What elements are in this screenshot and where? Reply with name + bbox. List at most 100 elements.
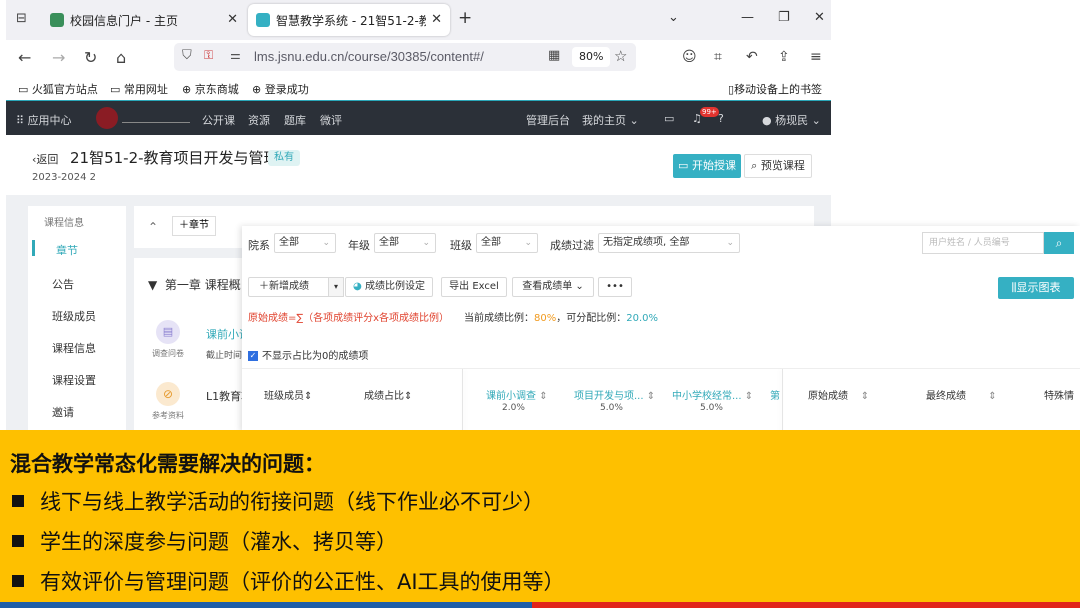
grade-table-header: 班级成员⇕ 成绩占比⇕ 课前小调查 ⇕ 2.0% 项目开发与项... ⇕ 5.0…	[242, 368, 1080, 432]
member-search-input[interactable]: 用户姓名 / 人员编号	[922, 232, 1044, 254]
undo-icon[interactable]: ↶	[746, 49, 758, 65]
menu-icon[interactable]: ≡	[810, 49, 822, 65]
col-special[interactable]: 特殊情	[1044, 387, 1074, 402]
search-icon: ⌕	[1055, 236, 1063, 250]
sidebar-item-chapters[interactable]: 章节	[56, 242, 78, 258]
class-select[interactable]: 全部 ⌄	[476, 233, 538, 253]
chevron-down-icon: ⌄	[524, 238, 532, 248]
close-icon[interactable]: ✕	[431, 12, 442, 27]
close-window-icon[interactable]: ✕	[814, 10, 825, 25]
home-icon[interactable]: ⌂	[116, 48, 126, 67]
col-item-survey[interactable]: 课前小调查 ⇕	[486, 387, 548, 402]
sort-icon: ⇕	[744, 391, 754, 402]
new-tab-icon[interactable]: +	[458, 8, 472, 28]
forward-arrow-icon[interactable]: →	[52, 48, 65, 67]
back-link[interactable]: ‹返回	[32, 151, 58, 167]
tab-list-icon[interactable]: ⊟	[16, 11, 27, 26]
slide-bullet: 有效评价与管理问题（评价的公正性、AI工具的使用等）	[12, 566, 565, 596]
collapse-icon[interactable]: ⌃	[148, 220, 158, 234]
college-label: 院系	[248, 239, 270, 252]
export-excel-button[interactable]: 导出 Excel	[441, 277, 507, 297]
preview-course-button[interactable]: ⌕ 预览课程	[744, 154, 812, 178]
nav-my-home[interactable]: 我的主页 ⌄	[582, 112, 639, 128]
start-teaching-button[interactable]: ▭ 开始授课	[673, 154, 741, 178]
col-item-school[interactable]: 中小学校经常... ⇕	[672, 387, 753, 402]
item-deadline: 截止时间	[206, 351, 243, 361]
nav-open-course[interactable]: 公开课	[202, 112, 235, 128]
hide-zero-checkbox[interactable]: ✓ 不显示占比为0的成绩项	[248, 347, 368, 362]
chevron-down-icon: ⌄	[629, 114, 639, 127]
app-center-link[interactable]: ⠿ 应用中心	[16, 112, 72, 128]
add-score-label: 新增成绩	[269, 281, 309, 292]
col-item-project[interactable]: 项目开发与项... ⇕	[574, 387, 655, 402]
more-button[interactable]: •••	[598, 277, 632, 297]
view-transcript-label: 查看成绩单	[522, 281, 573, 292]
col-item-next[interactable]: 第	[770, 387, 780, 402]
sidebar-item-announcements[interactable]: 公告	[52, 276, 74, 292]
col-share[interactable]: 成绩占比⇕	[364, 387, 412, 402]
bookmark-mobile[interactable]: ▯移动设备上的书签	[728, 81, 822, 97]
add-score-button[interactable]: ＋新增成绩	[248, 277, 334, 297]
col-member[interactable]: 班级成员⇕	[264, 387, 312, 402]
tab-campus-portal[interactable]: 校园信息门户 - 主页 ✕	[42, 4, 246, 36]
visibility-badge: 私有	[268, 150, 300, 166]
shield-icon[interactable]: ⛉	[182, 48, 192, 63]
nav-question-bank[interactable]: 题库	[284, 112, 306, 128]
ratio-settings-button[interactable]: ◕ 成绩比例设定	[345, 277, 433, 297]
share-icon[interactable]: ⇪	[778, 49, 790, 65]
col-final-score[interactable]: 最终成绩 ⇕	[926, 387, 997, 402]
slide-title: 混合教学常态化需要解决的问题：	[10, 452, 325, 476]
college-select[interactable]: 全部 ⌄	[274, 233, 336, 253]
col-item-pct: 5.0%	[600, 403, 623, 413]
bookmark-login[interactable]: ⊕ 登录成功	[252, 81, 309, 97]
show-chart-button[interactable]: ⫼显示图表	[998, 277, 1074, 299]
bookmark-firefox[interactable]: ▭ 火狐官方站点	[18, 81, 98, 97]
url-text[interactable]: lms.jsnu.edu.cn/course/30385/content#/	[254, 49, 484, 64]
slide-text-band: 混合教学常态化需要解决的问题： 线下与线上教学活动的衔接问题（线下作业必不可少）…	[0, 430, 1080, 602]
bookmark-jd[interactable]: ⊕ 京东商城	[182, 81, 239, 97]
nav-resources[interactable]: 资源	[248, 112, 270, 128]
view-transcript-button[interactable]: 查看成绩单 ⌄	[512, 277, 594, 297]
footer-stripe-red	[532, 602, 1080, 608]
calendar-icon[interactable]: ▭	[664, 112, 674, 125]
app-center-label: 应用中心	[27, 114, 72, 127]
reload-icon[interactable]: ↻	[84, 48, 97, 67]
add-score-dropdown-icon[interactable]: ▾	[328, 277, 344, 297]
tab-teaching-system[interactable]: 智慧教学系统 - 21智51-2-教育 ✕	[248, 4, 450, 36]
account-icon[interactable]: ☺	[682, 49, 697, 65]
back-arrow-icon[interactable]: ←	[18, 48, 31, 67]
sidebar-item-members[interactable]: 班级成员	[52, 308, 96, 324]
sidebar-item-settings[interactable]: 课程设置	[52, 372, 96, 388]
star-icon[interactable]: ☆	[614, 47, 627, 65]
sidebar-item-course-info[interactable]: 课程信息	[52, 340, 96, 356]
search-button[interactable]: ⌕	[1044, 232, 1074, 254]
minimize-icon[interactable]: —	[741, 10, 754, 25]
url-bar[interactable]: ⛉ ⚿ ⚌ lms.jsnu.edu.cn/course/30385/conte…	[174, 43, 636, 71]
add-chapter-button[interactable]: ＋章节	[172, 216, 216, 236]
slide-bullet: 线下与线上教学活动的衔接问题（线下作业必不可少）	[12, 486, 544, 516]
ratio-settings-label: 成绩比例设定	[364, 281, 425, 292]
bookmark-common[interactable]: ▭ 常用网址	[110, 81, 168, 97]
nav-admin[interactable]: 管理后台	[526, 112, 570, 128]
help-icon[interactable]: ?	[718, 112, 724, 125]
nav-micro-review[interactable]: 微评	[320, 112, 342, 128]
crop-icon[interactable]: ⌗	[714, 49, 722, 65]
insecure-lock-icon[interactable]: ⚿	[204, 48, 213, 63]
chevron-down-icon[interactable]: ⌄	[668, 10, 679, 25]
user-menu[interactable]: ● 杨现民 ⌄	[762, 112, 821, 128]
chapter-1-title[interactable]: ▼ 第一章 课程概	[148, 276, 241, 293]
chevron-down-icon: ⌄	[422, 238, 430, 248]
col-raw-score[interactable]: 原始成绩 ⇕	[808, 387, 869, 402]
chapter-1-label: 第一章 课程概	[164, 278, 241, 292]
grade-select[interactable]: 全部 ⌄	[374, 233, 436, 253]
close-icon[interactable]: ✕	[227, 12, 238, 27]
hide-zero-label: 不显示占比为0的成绩项	[262, 351, 369, 362]
qr-code-icon[interactable]: ▦	[548, 48, 560, 63]
score-filter-select[interactable]: 无指定成绩项, 全部 ⌄	[598, 233, 740, 253]
tab-label: 智慧教学系统 - 21智51-2-教育	[276, 13, 426, 28]
permissions-icon[interactable]: ⚌	[230, 48, 241, 62]
sidebar-item-invite[interactable]: 邀请	[52, 404, 74, 420]
restore-icon[interactable]: ❐	[778, 10, 790, 25]
zoom-level[interactable]: 80%	[572, 47, 611, 67]
col-item-label: 课前小调查	[486, 391, 536, 402]
